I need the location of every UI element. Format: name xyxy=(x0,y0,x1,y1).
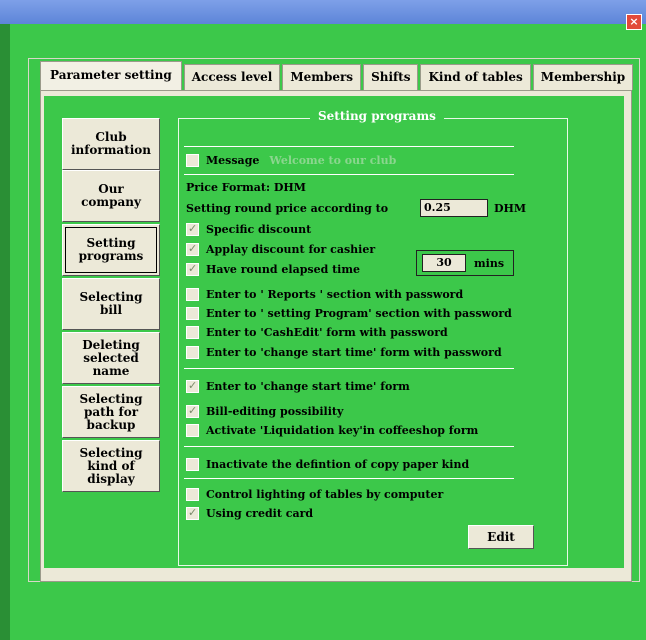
tab-parameter-setting[interactable]: Parameter setting xyxy=(40,61,182,90)
tab-kind-of-tables[interactable]: Kind of tables xyxy=(420,64,531,90)
cashier-discount-row: Applay discount for cashier xyxy=(186,241,375,257)
bill-editing-checkbox[interactable] xyxy=(186,404,199,418)
control-lighting-checkbox[interactable] xyxy=(186,487,199,501)
liquidation-key-label: Activate 'Liquidation key'in coffeeshop … xyxy=(206,423,479,437)
tab-access-level[interactable]: Access level xyxy=(183,64,281,90)
credit-card-checkbox[interactable] xyxy=(186,506,199,520)
setting-program-password-label: Enter to ' setting Program' section with… xyxy=(206,306,512,320)
title-bar xyxy=(0,0,646,24)
close-icon[interactable]: × xyxy=(626,14,642,30)
specific-discount-row: Specific discount xyxy=(186,221,311,237)
sidebar-item-club-information[interactable]: Club information xyxy=(62,118,160,170)
sidebar-item-label: Selecting kind of display xyxy=(79,445,143,486)
separator xyxy=(184,174,514,175)
cashier-discount-label: Applay discount for cashier xyxy=(206,242,376,256)
message-label: Message xyxy=(206,153,260,167)
specific-discount-label: Specific discount xyxy=(206,222,312,236)
price-format: Price Format: DHM xyxy=(186,180,306,194)
round-elapsed-checkbox[interactable] xyxy=(186,262,199,276)
setting-program-password-row: Enter to ' setting Program' section with… xyxy=(186,305,512,321)
sidebar-item-setting-programs[interactable]: Setting programs xyxy=(62,224,160,276)
sidebar-item-our-company[interactable]: Our company xyxy=(62,170,160,222)
sidebar-item-label: Club information xyxy=(70,130,152,157)
reports-password-label: Enter to ' Reports ' section with passwo… xyxy=(206,287,464,301)
separator xyxy=(184,446,514,447)
message-checkbox[interactable] xyxy=(186,153,199,167)
round-price-unit: DHM xyxy=(494,201,527,215)
message-row: Message Welcome to our club xyxy=(186,152,396,168)
bill-editing-row: Bill-editing possibility xyxy=(186,403,343,419)
round-elapsed-label: Have round elapsed time xyxy=(206,262,360,276)
separator xyxy=(184,146,514,147)
round-price-label: Setting round price according to xyxy=(186,201,389,215)
elapsed-time-unit: mins xyxy=(474,256,505,270)
sidebar-item-deleting-selected-name[interactable]: Deleting selected name xyxy=(62,332,160,384)
change-start-password-row: Enter to 'change start time' form with p… xyxy=(186,344,502,360)
elapsed-time-input[interactable]: 30 xyxy=(422,254,466,272)
liquidation-key-row: Activate 'Liquidation key'in coffeeshop … xyxy=(186,422,478,438)
change-start-row: Enter to 'change start time' form xyxy=(186,378,410,394)
left-strip xyxy=(0,24,10,640)
tab-membership[interactable]: Membership xyxy=(532,64,634,90)
control-lighting-label: Control lighting of tables by computer xyxy=(206,487,444,501)
cashedit-password-checkbox[interactable] xyxy=(186,325,199,339)
message-value: Welcome to our club xyxy=(269,153,397,167)
group-title: Setting programs xyxy=(310,108,444,124)
sidebar-item-label: Deleting selected name xyxy=(82,337,140,378)
round-price-input[interactable]: 0.25 xyxy=(420,199,488,217)
cashedit-password-row: Enter to 'CashEdit' form with password xyxy=(186,324,448,340)
sidebar-item-label: Our company xyxy=(81,182,141,209)
tab-shifts[interactable]: Shifts xyxy=(363,64,419,90)
edit-button[interactable]: Edit xyxy=(468,525,534,549)
sidebar-item-selecting-path-for-backup[interactable]: Selecting path for backup xyxy=(62,386,160,438)
separator xyxy=(184,368,514,369)
credit-card-row: Using credit card xyxy=(186,505,313,521)
control-lighting-row: Control lighting of tables by computer xyxy=(186,486,443,502)
sidebar-item-selecting-bill[interactable]: Selecting bill xyxy=(62,278,160,330)
sidebar-item-label: Setting programs xyxy=(78,236,144,263)
inactivate-paper-label: Inactivate the defintion of copy paper k… xyxy=(206,457,470,471)
change-start-password-checkbox[interactable] xyxy=(186,345,199,359)
sidebar-item-selecting-kind-of-display[interactable]: Selecting kind of display xyxy=(62,440,160,492)
cashier-discount-checkbox[interactable] xyxy=(186,242,199,256)
sidebar-item-label: Selecting path for backup xyxy=(79,391,143,432)
reports-password-row: Enter to ' Reports ' section with passwo… xyxy=(186,286,463,302)
liquidation-key-checkbox[interactable] xyxy=(186,423,199,437)
cashedit-password-label: Enter to 'CashEdit' form with password xyxy=(206,325,448,339)
change-start-password-label: Enter to 'change start time' form with p… xyxy=(206,345,502,359)
credit-card-label: Using credit card xyxy=(206,506,314,520)
reports-password-checkbox[interactable] xyxy=(186,287,199,301)
bill-editing-label: Bill-editing possibility xyxy=(206,404,344,418)
setting-program-password-checkbox[interactable] xyxy=(186,306,199,320)
change-start-label: Enter to 'change start time' form xyxy=(206,379,410,393)
tab-members[interactable]: Members xyxy=(282,64,362,90)
tab-bar: Parameter setting Access level Members S… xyxy=(40,61,635,90)
sidebar-item-label: Selecting bill xyxy=(79,290,143,317)
inactivate-paper-row: Inactivate the defintion of copy paper k… xyxy=(186,456,469,472)
change-start-checkbox[interactable] xyxy=(186,379,199,393)
round-elapsed-row: Have round elapsed time xyxy=(186,261,360,277)
inactivate-paper-checkbox[interactable] xyxy=(186,457,199,471)
separator xyxy=(184,478,514,479)
specific-discount-checkbox[interactable] xyxy=(186,222,199,236)
